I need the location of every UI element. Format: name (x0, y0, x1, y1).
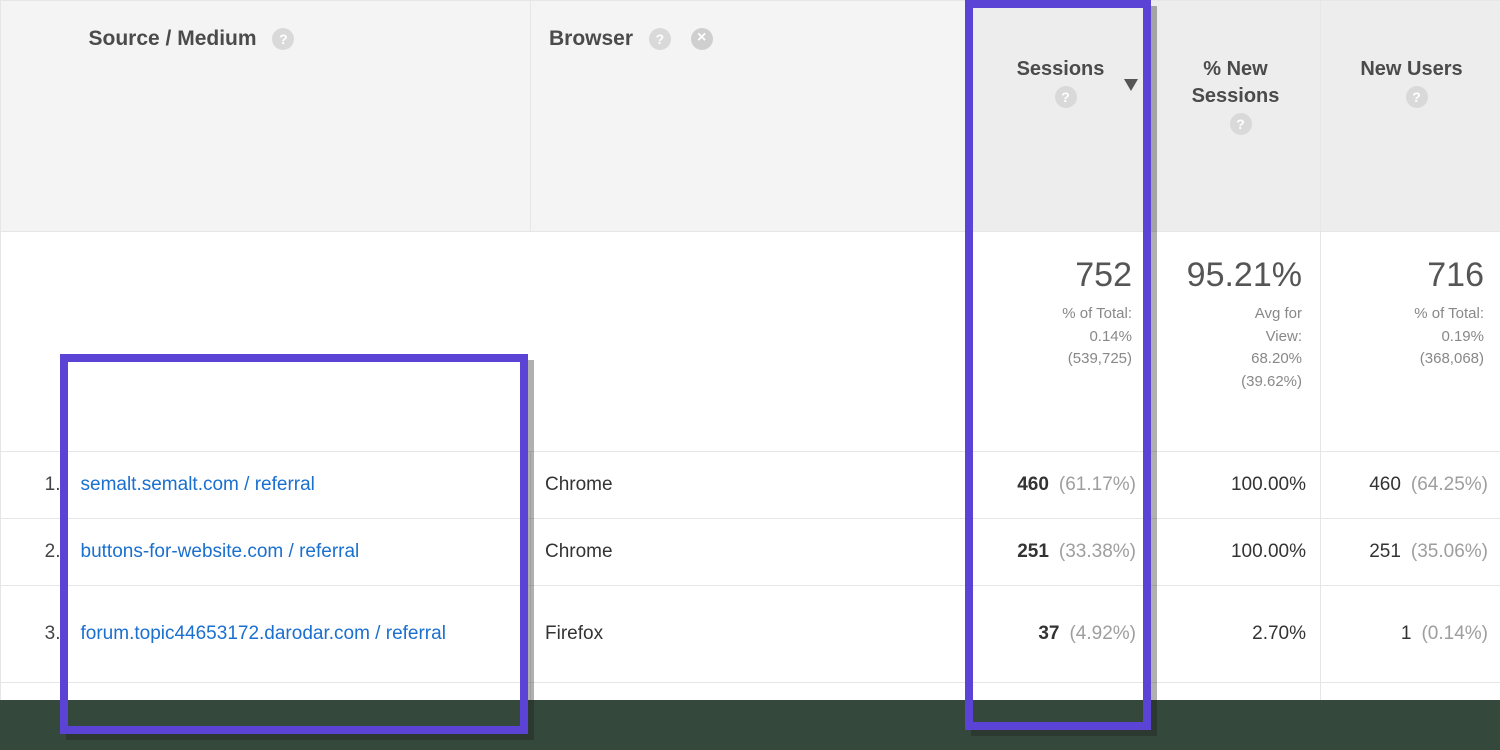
browser-cell: Chrome (531, 519, 971, 586)
totals-pct-new-value: 95.21% (1151, 256, 1302, 295)
sort-desc-icon (1124, 79, 1138, 91)
help-icon[interactable]: ? (272, 28, 294, 50)
pct-new-cell: 100.00% (1151, 452, 1321, 519)
totals-new-users: 716 % of Total: 0.19% (368,068) (1321, 232, 1500, 452)
remove-dimension-icon[interactable]: × (691, 28, 713, 50)
table-row: 1. semalt.semalt.com / referral Chrome 4… (1, 452, 1500, 519)
totals-pct-new: 95.21% Avg for View: 68.20% (39.62%) (1151, 232, 1321, 452)
new-users-cell: 251(35.06%) (1321, 519, 1500, 586)
row-index: 1. (1, 452, 71, 519)
header-source-medium[interactable]: Source / Medium ? (71, 1, 531, 232)
new-users-cell: 1(0.14%) (1321, 586, 1500, 683)
new-users-cell: 460(64.25%) (1321, 452, 1500, 519)
footer-band (0, 700, 1500, 750)
row-index: 3. (1, 586, 71, 683)
help-icon[interactable]: ? (649, 28, 671, 50)
header-sessions-label: Sessions (1017, 58, 1105, 80)
header-browser[interactable]: Browser ? × (531, 1, 971, 232)
totals-row: 752 % of Total: 0.14% (539,725) 95.21% A… (1, 232, 1500, 452)
totals-blank (1, 232, 71, 452)
row-index: 2. (1, 519, 71, 586)
help-icon[interactable]: ? (1230, 113, 1252, 135)
header-pct-new-label: % New Sessions (1192, 58, 1280, 107)
table-row: 3. forum.topic44653172.darodar.com / ref… (1, 586, 1500, 683)
sessions-cell: 460(61.17%) (971, 452, 1151, 519)
table-row: 2. buttons-for-website.com / referral Ch… (1, 519, 1500, 586)
column-header-row: Source / Medium ? Browser ? × Sessions ?… (1, 1, 1500, 232)
help-icon[interactable]: ? (1055, 86, 1077, 108)
header-index (1, 1, 71, 232)
totals-sessions: 752 % of Total: 0.14% (539,725) (971, 232, 1151, 452)
totals-sessions-value: 752 (971, 256, 1132, 295)
browser-cell: Chrome (531, 452, 971, 519)
header-browser-label: Browser (549, 27, 633, 50)
browser-cell: Firefox (531, 586, 971, 683)
pct-new-cell: 100.00% (1151, 519, 1321, 586)
source-link[interactable]: buttons-for-website.com / referral (81, 541, 360, 562)
header-sessions[interactable]: Sessions ? (971, 1, 1151, 232)
header-source-medium-label: Source / Medium (89, 27, 257, 50)
totals-blank (71, 232, 971, 452)
header-pct-new-sessions[interactable]: % New Sessions ? (1151, 1, 1321, 232)
sessions-cell: 251(33.38%) (971, 519, 1151, 586)
header-new-users[interactable]: New Users ? (1321, 1, 1500, 232)
analytics-table: Source / Medium ? Browser ? × Sessions ?… (0, 0, 1500, 750)
source-link[interactable]: forum.topic44653172.darodar.com / referr… (81, 623, 446, 644)
source-link[interactable]: semalt.semalt.com / referral (81, 474, 315, 495)
help-icon[interactable]: ? (1406, 86, 1428, 108)
sessions-cell: 37(4.92%) (971, 586, 1151, 683)
totals-new-users-value: 716 (1321, 256, 1484, 295)
pct-new-cell: 2.70% (1151, 586, 1321, 683)
header-new-users-label: New Users (1360, 58, 1462, 80)
